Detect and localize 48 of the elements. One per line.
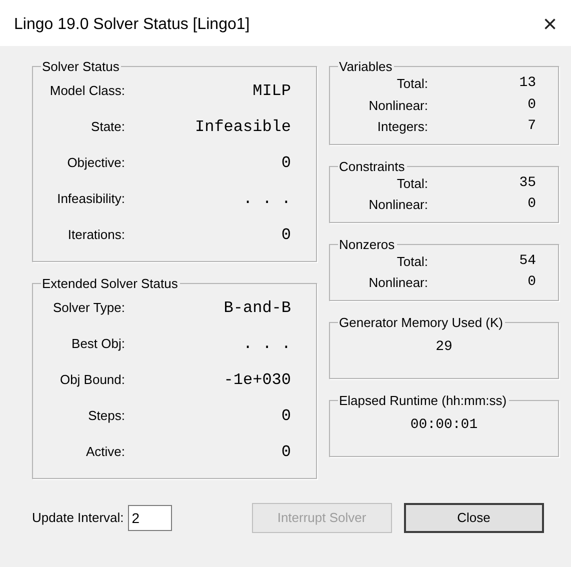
field-label: Iterations: — [66, 226, 125, 244]
field-label: Nonlinear: — [368, 274, 428, 292]
field-label: Obj Bound: — [58, 371, 125, 390]
close-dialog-button[interactable]: Close — [404, 503, 544, 533]
field-label: Model Class: — [48, 82, 125, 100]
field-label: Total: — [396, 252, 428, 270]
field-value: 00:00:01 — [410, 416, 478, 432]
field-label: Total: — [396, 174, 428, 192]
group-title: Variables — [338, 60, 394, 73]
close-button[interactable]: × — [534, 13, 565, 37]
field-label: Total: — [396, 75, 428, 93]
field-value: 0 — [526, 273, 537, 292]
field-value: 0 — [280, 442, 292, 463]
field-value: . . . — [242, 334, 292, 355]
field-value: MILP — [252, 81, 292, 102]
field-value: . . . — [242, 189, 292, 210]
field-value: Infeasible — [194, 117, 292, 138]
group-title: Generator Memory Used (K) — [338, 316, 504, 328]
field-value: B-and-B — [222, 298, 292, 319]
group-title: Solver Status — [41, 60, 120, 73]
group-title: Constraints — [338, 160, 406, 172]
group-title: Nonzeros — [338, 238, 396, 250]
update-interval-field[interactable]: 2 — [128, 505, 172, 531]
field-label: Nonlinear: — [368, 196, 428, 214]
field-label: Infeasibility: — [56, 190, 125, 208]
field-value: 35 — [518, 174, 537, 193]
update-interval-label: Update Interval: — [32, 509, 124, 528]
field-value: 0 — [280, 406, 292, 427]
group-title: Elapsed Runtime (hh:mm:ss) — [338, 394, 508, 406]
field-value: 13 — [518, 74, 537, 94]
field-value: 7 — [526, 117, 537, 136]
field-label: Best Obj: — [70, 335, 125, 354]
field-value: 29 — [436, 338, 452, 354]
field-value: 0 — [280, 225, 292, 246]
field-label: Nonlinear: — [368, 96, 428, 114]
field-value: 0 — [526, 195, 537, 214]
group-title: Extended Solver Status — [41, 277, 179, 290]
field-value: 0 — [280, 153, 292, 174]
field-label: Solver Type: — [52, 299, 125, 318]
field-value: 54 — [518, 252, 537, 271]
field-label: Steps: — [87, 407, 125, 426]
field-value: -1e+030 — [222, 370, 292, 391]
field-label: Integers: — [376, 118, 428, 136]
window-title: Lingo 19.0 Solver Status [Lingo1] — [14, 15, 250, 35]
field-label: State: — [90, 118, 125, 136]
field-value: 0 — [526, 96, 537, 115]
field-label: Active: — [84, 443, 125, 462]
field-label: Objective: — [66, 154, 125, 172]
